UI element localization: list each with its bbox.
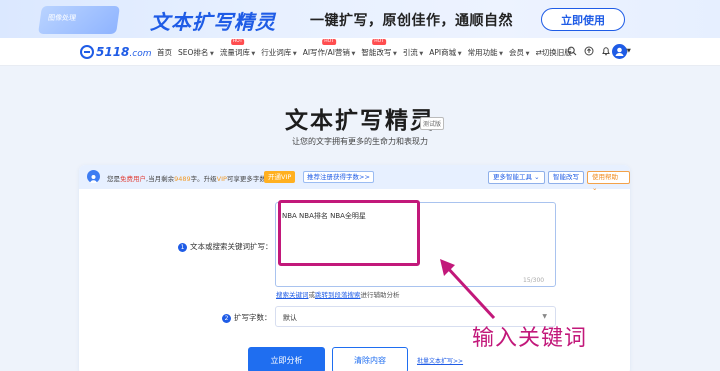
- nav-item-label: 行业词库: [261, 48, 292, 57]
- logo-main: 5118: [96, 45, 130, 59]
- chevron-down-icon: ⌄: [534, 173, 540, 181]
- batch-expand-link[interactable]: 批量文本扩写>>: [417, 356, 463, 365]
- hint-tail: 进行辅助分析: [360, 291, 400, 299]
- user-avatar[interactable]: [612, 44, 627, 59]
- word-count-label: 2 扩写字数：: [222, 312, 272, 323]
- chevron-down-icon: ▼: [497, 51, 503, 57]
- nav-item-label: 常用功能: [467, 48, 498, 57]
- hot-badge: HOT: [322, 39, 336, 45]
- nav-item-label: 智能改写: [361, 48, 392, 57]
- avatar-chevron-down-icon[interactable]: ▼: [627, 48, 631, 54]
- word-count-label-text: 扩写字数：: [234, 313, 272, 322]
- char-counter: 15/300: [523, 277, 545, 284]
- nav-menu: 首页 SEO排名 ▼ 流量词库 ▼ HOT 行业词库 ▼ AI写作/AI营销 ▼ HOT 智能…: [157, 39, 578, 58]
- chevron-down-icon: ▼: [391, 51, 397, 57]
- nav-item-label: API商城: [429, 48, 457, 57]
- banner-art-tag: 图像处理: [47, 14, 77, 22]
- remaining-count: 9489: [174, 175, 191, 183]
- top-banner[interactable]: 图像处理 文本扩写精灵 一键扩写，原创佳作，通顺自然 立即使用: [0, 0, 720, 38]
- nav-item[interactable]: 常用功能 ▼: [468, 47, 503, 58]
- step-number-2: 2: [222, 314, 231, 323]
- annotation-text: 输入关键词: [472, 326, 588, 351]
- nav-item-label: 流量词库: [219, 48, 250, 57]
- page-subtitle: 让您的文字拥有更多的生命力和表现力: [292, 137, 428, 146]
- referral-link[interactable]: 推荐注册获得字数>>: [303, 171, 374, 183]
- text-input-label: 1 文本或搜索关键词扩写：: [178, 241, 273, 252]
- annotation-highlight-box: [278, 200, 420, 266]
- nav-item[interactable]: AI写作/AI营销 ▼ HOT: [302, 39, 356, 58]
- word-count-value: 默认: [283, 314, 297, 322]
- chevron-down-icon: ▼: [249, 51, 256, 57]
- more-tools-dropdown[interactable]: 更多智能工具 ⌄: [488, 171, 545, 184]
- use-now-button[interactable]: 立即使用: [541, 8, 625, 31]
- banner-slogan: 一键扩写，原创佳作，通顺自然: [310, 13, 513, 29]
- nav-item-label: 首页: [157, 48, 172, 57]
- nav-item[interactable]: 智能改写 ▼ HOT: [361, 39, 397, 58]
- chevron-down-icon: ▼: [524, 51, 530, 57]
- chevron-down-icon: ▼: [291, 51, 297, 57]
- nav-item[interactable]: 行业词库 ▼: [261, 47, 296, 58]
- chevron-down-icon: ▼: [208, 51, 214, 57]
- quota-text-prefix: 您是: [107, 175, 120, 183]
- step-number-1: 1: [178, 243, 187, 252]
- bell-icon[interactable]: [601, 46, 611, 56]
- main-nav: 5118.com 首页 SEO排名 ▼ 流量词库 ▼ HOT 行业词库 ▼ AI写作/AI…: [0, 38, 720, 66]
- smart-rewrite-button[interactable]: 智能改写: [548, 171, 584, 184]
- quota-text-upgrade: 字。升级: [190, 175, 217, 183]
- chevron-down-icon: ⌄: [592, 184, 598, 192]
- paragraph-search-link[interactable]: 跳转到段落搜索: [315, 291, 361, 299]
- hot-badge: HOT: [230, 39, 245, 45]
- chevron-down-icon: ▼: [542, 313, 547, 320]
- page-title: 文本扩写精灵: [285, 108, 435, 134]
- vip-word: VIP: [216, 175, 227, 183]
- assist-hint: 搜索关键词或跳转到段落搜索进行辅助分析: [276, 289, 400, 299]
- logo-icon: [80, 45, 94, 59]
- nav-item-label: SEO排名: [178, 48, 209, 57]
- chevron-down-icon: ▼: [456, 51, 462, 57]
- banner-title: 文本扩写精灵: [150, 10, 276, 34]
- quota-text: 您是免费用户,当月剩余9489字。升级VIP可享更多字数: [107, 173, 266, 183]
- nav-item-label: AI写作/AI营销: [302, 48, 350, 57]
- analyze-button[interactable]: 立即分析: [248, 347, 325, 371]
- nav-item[interactable]: 会员 ▼: [509, 47, 529, 58]
- chevron-down-icon: ▼: [417, 51, 424, 57]
- nav-item[interactable]: 引流 ▼: [403, 47, 423, 58]
- chevron-down-icon: ▼: [349, 51, 356, 57]
- nav-item[interactable]: SEO排名 ▼: [178, 47, 214, 58]
- more-tools-label: 更多智能工具: [493, 173, 532, 181]
- user-icon: [87, 170, 100, 183]
- nav-item-label: 引流: [402, 48, 418, 57]
- nav-item-label: 会员: [509, 48, 524, 57]
- account-info-bar: 您是免费用户,当月剩余9489字。升级VIP可享更多字数 开通VIP 推荐注册获…: [79, 165, 630, 192]
- site-logo[interactable]: 5118.com: [80, 45, 152, 59]
- search-icon[interactable]: [567, 46, 577, 56]
- upload-icon[interactable]: [584, 46, 594, 56]
- search-keyword-link[interactable]: 搜索关键词: [276, 291, 309, 299]
- user-type: 免费用户: [120, 175, 146, 183]
- nav-item[interactable]: API商城 ▼: [429, 47, 461, 58]
- help-label: 使用帮助: [592, 173, 618, 181]
- beta-badge: 测试版: [420, 117, 445, 130]
- logo-suffix: .com: [129, 49, 152, 59]
- hot-badge: HOT: [372, 39, 386, 45]
- text-input-label-text: 文本或搜索关键词扩写：: [190, 242, 273, 251]
- quota-text-mid: ,当月剩余: [146, 175, 175, 183]
- nav-item[interactable]: 首页: [157, 47, 172, 58]
- quota-text-suffix: 可享更多字数: [226, 175, 266, 183]
- clear-button[interactable]: 清除内容: [332, 347, 408, 371]
- help-dropdown[interactable]: 使用帮助 ⌄: [587, 171, 630, 192]
- avatar-person-icon: [615, 47, 624, 56]
- open-vip-button[interactable]: 开通VIP: [264, 171, 296, 183]
- nav-item[interactable]: 流量词库 ▼ HOT: [219, 39, 256, 58]
